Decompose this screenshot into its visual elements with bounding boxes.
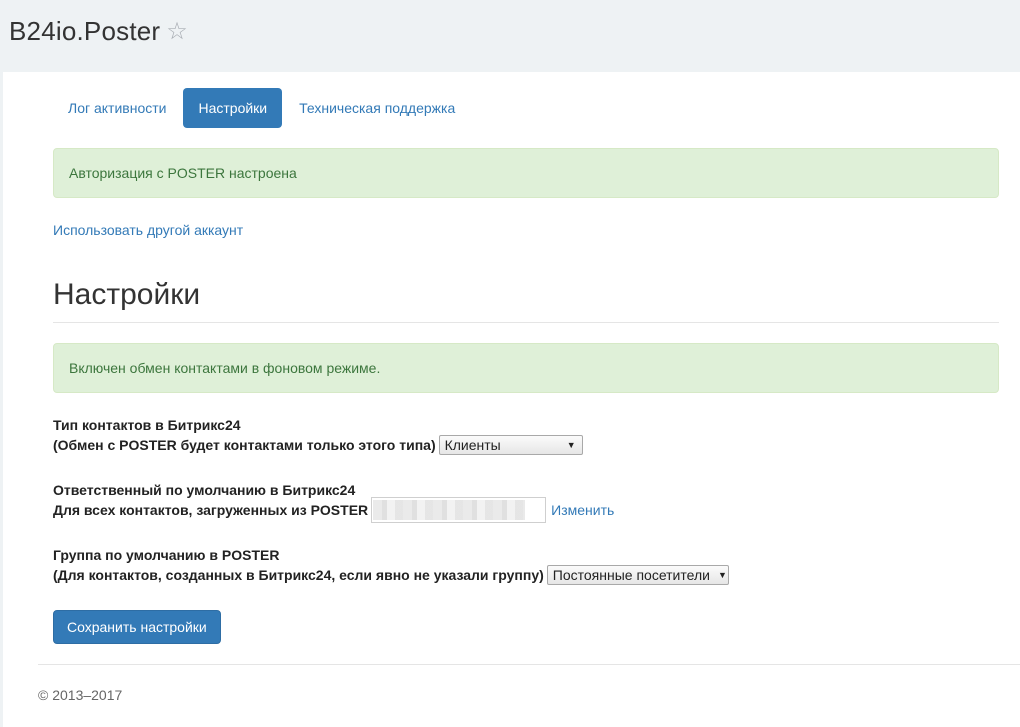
- group-select[interactable]: Постоянные посетители ▼: [546, 565, 729, 585]
- tab-bar: Лог активности Настройки Техническая под…: [53, 88, 470, 128]
- page-title: Настройки: [53, 278, 201, 311]
- footer-copyright: © 2013–2017: [38, 687, 123, 703]
- blurred-user-name: [373, 500, 526, 520]
- contact-type-label: Тип контактов в Битрикс24: [53, 417, 241, 433]
- title-divider: [53, 322, 999, 323]
- group-hint: (Для контактов, созданных в Битрикс24, е…: [53, 567, 544, 583]
- contact-type-hint: (Обмен с POSTER будет контактами только …: [53, 437, 436, 453]
- star-outline-icon[interactable]: ☆: [166, 17, 188, 46]
- group-field: Группа по умолчанию в POSTER (Для контак…: [53, 545, 729, 585]
- auth-alert-text: Авторизация с POSTER настроена: [69, 165, 297, 181]
- auth-success-alert: Авторизация с POSTER настроена: [53, 148, 999, 198]
- tab-activity-log[interactable]: Лог активности: [53, 88, 181, 128]
- tab-tech-support[interactable]: Техническая поддержка: [284, 88, 470, 128]
- contact-type-selected: Клиенты: [444, 437, 501, 453]
- use-other-account-link[interactable]: Использовать другой аккаунт: [53, 222, 243, 238]
- save-settings-button[interactable]: Сохранить настройки: [53, 610, 221, 644]
- app-title-text: B24io.Poster: [9, 16, 161, 46]
- app-title: B24io.Poster ☆: [9, 16, 188, 47]
- background-alert-text: Включен обмен контактами в фоновом режим…: [69, 360, 381, 376]
- responsible-label: Ответственный по умолчанию в Битрикс24: [53, 482, 356, 498]
- chevron-down-icon: ▼: [566, 440, 576, 450]
- chevron-down-icon: ▼: [717, 570, 727, 580]
- group-selected: Постоянные посетители: [552, 567, 710, 583]
- background-exchange-alert: Включен обмен контактами в фоновом режим…: [53, 343, 999, 393]
- app-header: B24io.Poster ☆: [0, 0, 1020, 72]
- change-responsible-link[interactable]: Изменить: [551, 500, 614, 520]
- responsible-user-input[interactable]: [371, 497, 547, 523]
- main-content: Лог активности Настройки Техническая под…: [3, 72, 1020, 727]
- footer-divider: [38, 664, 1020, 665]
- responsible-field: Ответственный по умолчанию в Битрикс24 Д…: [53, 480, 614, 523]
- contact-type-select[interactable]: Клиенты ▼: [438, 435, 583, 455]
- tab-settings[interactable]: Настройки: [183, 88, 283, 128]
- responsible-hint: Для всех контактов, загруженных из POSTE…: [53, 502, 369, 518]
- contact-type-field: Тип контактов в Битрикс24 (Обмен с POSTE…: [53, 415, 583, 455]
- group-label: Группа по умолчанию в POSTER: [53, 547, 280, 563]
